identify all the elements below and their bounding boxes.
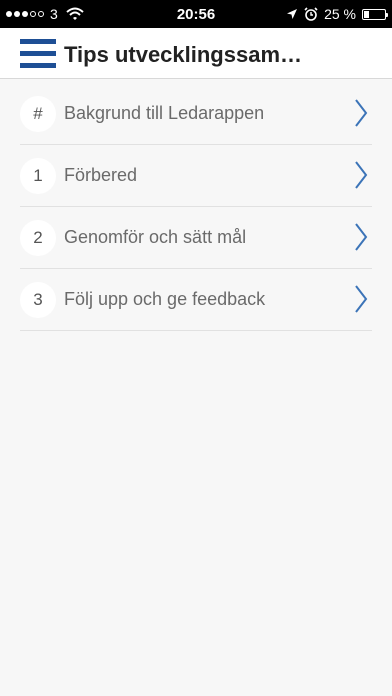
list-item-follow-up[interactable]: 3 Följ upp och ge feedback: [20, 269, 372, 331]
chevron-right-icon: [355, 99, 368, 127]
page-title: Tips utvecklingssam…: [64, 42, 303, 67]
battery-level-fill: [364, 10, 369, 18]
item-number-badge: 2: [20, 220, 56, 256]
status-right: 25 %: [286, 6, 388, 22]
battery-icon: [362, 8, 388, 20]
item-number-badge: 1: [20, 158, 56, 194]
item-number-badge: 3: [20, 282, 56, 318]
list-item-background[interactable]: # Bakgrund till Ledarappen: [20, 83, 372, 145]
chevron-right-icon: [355, 223, 368, 251]
chevron-right-icon: [355, 161, 368, 189]
status-bar: 3 20:56 25 %: [0, 0, 392, 28]
battery-percentage: 25 %: [324, 6, 356, 22]
battery-tip: [386, 12, 388, 17]
chevron-right-icon: [355, 285, 368, 313]
alarm-clock-icon: [304, 7, 318, 21]
nav-bar: Tips utvecklingssam…: [0, 28, 392, 79]
item-label: Bakgrund till Ledarappen: [64, 103, 265, 123]
tips-list: # Bakgrund till Ledarappen 1 Förbered 2 …: [20, 83, 372, 331]
item-label: Förbered: [64, 165, 138, 185]
location-arrow-icon: [287, 9, 298, 19]
list-item-conduct[interactable]: 2 Genomför och sätt mål: [20, 207, 372, 269]
item-number-badge: #: [20, 96, 56, 132]
item-label: Följ upp och ge feedback: [64, 289, 266, 309]
list-item-prepare[interactable]: 1 Förbered: [20, 145, 372, 207]
item-label: Genomför och sätt mål: [64, 227, 247, 247]
hamburger-menu-icon[interactable]: [20, 36, 56, 70]
